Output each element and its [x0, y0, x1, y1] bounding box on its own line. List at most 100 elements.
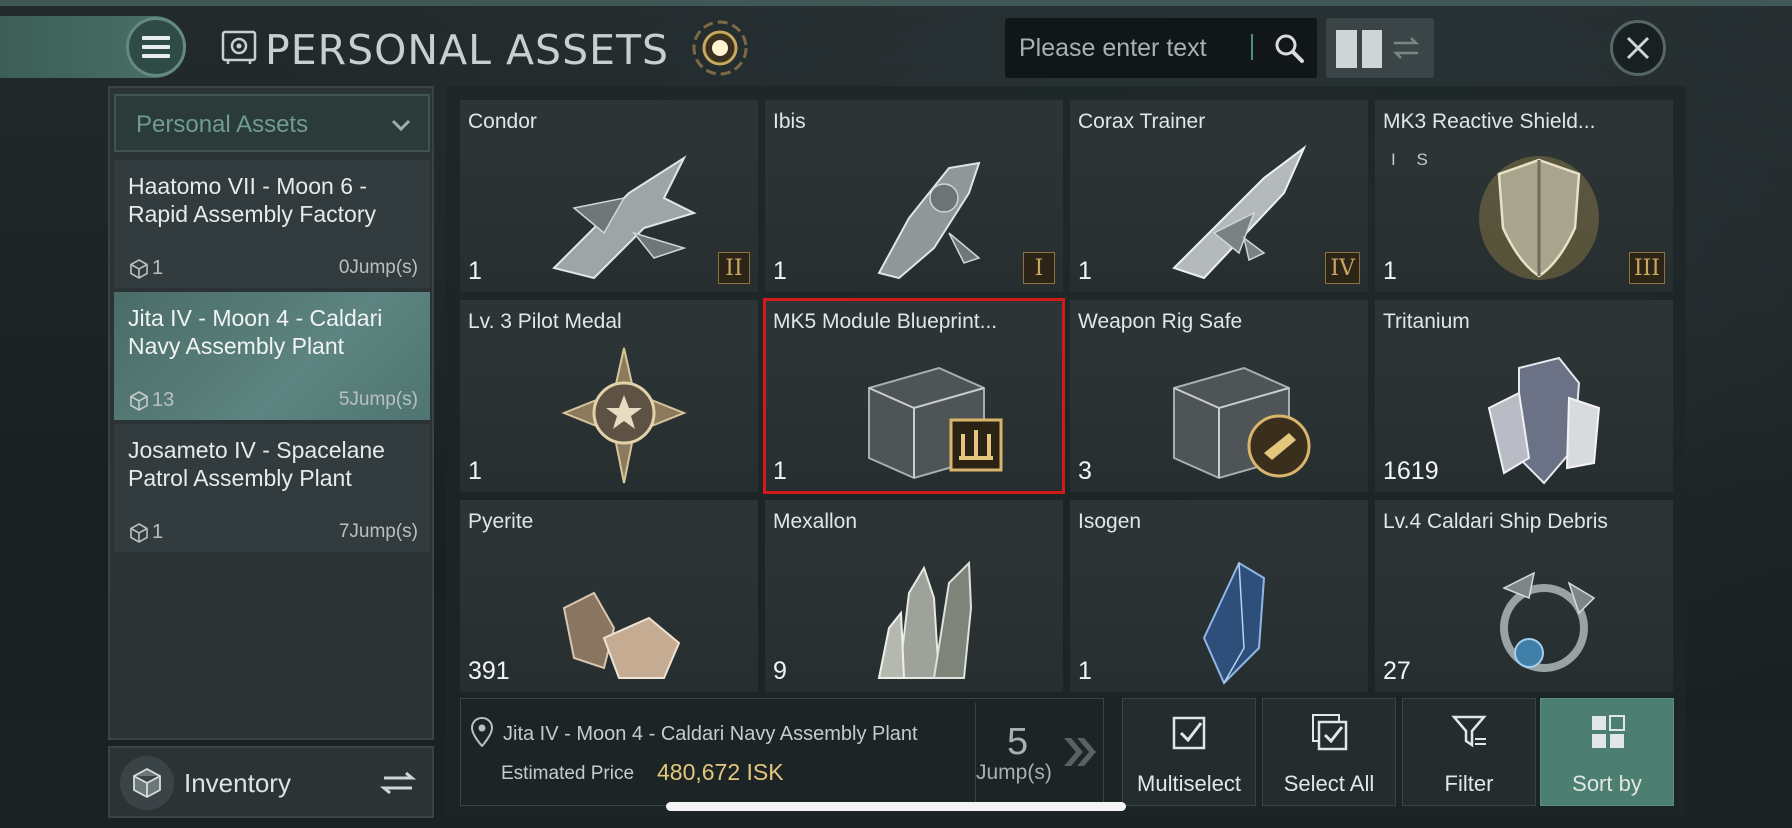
- top-accent-line: [0, 0, 1792, 6]
- multiselect-button[interactable]: Multiselect: [1122, 698, 1256, 806]
- blueprint-crate-icon: [868, 366, 1003, 480]
- location-item[interactable]: Josameto IV - Spacelane Patrol Assembly …: [114, 424, 430, 552]
- shield-icon: [1479, 156, 1599, 280]
- frigate-ship-icon: [552, 155, 697, 280]
- estimated-price-value: 480,672 ISK: [657, 759, 784, 785]
- item-quantity: 1619: [1383, 457, 1439, 485]
- item-tile-pilot-medal[interactable]: Lv. 3 Pilot Medal 1: [460, 300, 758, 492]
- location-info-bar: Jita IV - Moon 4 - Caldari Navy Assembly…: [460, 698, 1104, 806]
- search-divider: [1251, 34, 1253, 60]
- search-input[interactable]: [1019, 28, 1249, 68]
- isogen-crystal-icon: [1202, 561, 1266, 685]
- tritanium-ore-icon: [1487, 356, 1601, 485]
- cube-icon: [130, 522, 148, 543]
- item-tile-weapon-rig-safe[interactable]: Weapon Rig Safe 3: [1070, 300, 1368, 492]
- item-tile-tritanium[interactable]: Tritanium 1619: [1375, 300, 1673, 492]
- item-name: Corax Trainer: [1078, 110, 1206, 133]
- item-name: MK5 Module Blueprint...: [773, 310, 998, 333]
- destroyer-ship-icon: [1172, 144, 1307, 280]
- item-tile-pyerite[interactable]: Pyerite 391: [460, 500, 758, 692]
- jump-count: 5: [1007, 721, 1029, 763]
- item-quantity: 1: [773, 457, 787, 485]
- item-tile-mk5-module-blueprint[interactable]: MK5 Module Blueprint... 1: [763, 298, 1065, 494]
- double-chevron-right-icon[interactable]: [1061, 735, 1097, 769]
- location-jumps: 5Jump(s): [338, 389, 418, 410]
- location-name: Haatomo VII - Moon 6 - Rapid Assembly Fa…: [128, 173, 376, 227]
- inventory-button[interactable]: Inventory: [108, 746, 434, 818]
- tier-badge: II: [718, 252, 750, 284]
- location-panel: Personal Assets Haatomo VII - Moon 6 - R…: [108, 86, 434, 740]
- item-tile-corax-trainer[interactable]: Corax Trainer 1 IV: [1070, 100, 1368, 292]
- item-name: Ibis: [773, 110, 806, 133]
- mexallon-crystal-icon: [877, 560, 973, 679]
- item-name: Mexallon: [773, 510, 858, 533]
- jump-label: Jump(s): [976, 761, 1052, 784]
- tier-badge: IV: [1325, 252, 1360, 284]
- search-box[interactable]: [1005, 18, 1317, 78]
- menu-button[interactable]: [126, 17, 186, 77]
- item-tile-condor[interactable]: Condor 1 II: [460, 100, 758, 292]
- item-tile-mexallon[interactable]: Mexallon 9: [765, 500, 1063, 692]
- tier-badge: III: [1628, 252, 1665, 284]
- multiselect-label: Multiselect: [1137, 771, 1241, 796]
- item-name: Isogen: [1078, 510, 1142, 533]
- dropdown-label: Personal Assets: [136, 111, 309, 138]
- location-count-value: 13: [152, 389, 175, 411]
- location-name: Jita IV - Moon 4 - Caldari Navy Assembly…: [128, 305, 383, 359]
- grid-view-icon[interactable]: [1336, 30, 1382, 68]
- select-all-icon: [1312, 714, 1348, 751]
- item-tile-mk3-reactive-shield[interactable]: MK3 Reactive Shield... I S 1 III: [1375, 100, 1673, 292]
- frigate-ship-icon: [877, 161, 981, 280]
- item-tile-ship-debris[interactable]: Lv.4 Caldari Ship Debris 27: [1375, 500, 1673, 692]
- location-pin-icon: [471, 717, 493, 747]
- select-all-button[interactable]: Select All: [1262, 698, 1396, 806]
- tier-badge: I: [1023, 252, 1055, 284]
- inventory-icon: [120, 756, 174, 810]
- cube-icon: [130, 390, 148, 411]
- estimated-price-label: Estimated Price: [501, 763, 635, 784]
- search-icon[interactable]: [1273, 32, 1305, 64]
- close-icon: [1626, 36, 1650, 60]
- filter-button[interactable]: Filter: [1402, 698, 1536, 806]
- select-all-label: Select All: [1283, 771, 1375, 796]
- item-name: MK3 Reactive Shield...: [1383, 110, 1596, 133]
- location-count: 1: [128, 257, 163, 280]
- item-tags: I S: [1391, 150, 1436, 169]
- swap-icon[interactable]: [1390, 32, 1422, 64]
- inventory-label: Inventory: [184, 768, 291, 798]
- item-tile-isogen[interactable]: Isogen 1: [1070, 500, 1368, 692]
- current-location: Jita IV - Moon 4 - Caldari Navy Assembly…: [503, 723, 918, 745]
- item-quantity: 391: [468, 657, 510, 685]
- close-button[interactable]: [1610, 20, 1666, 76]
- location-item-active[interactable]: Jita IV - Moon 4 - Caldari Navy Assembly…: [114, 292, 430, 420]
- home-indicator[interactable]: [666, 802, 1126, 811]
- location-item[interactable]: Haatomo VII - Moon 6 - Rapid Assembly Fa…: [114, 160, 430, 288]
- jump-divider: [975, 703, 976, 803]
- page-title: PERSONAL ASSETS: [265, 26, 670, 74]
- sort-by-button[interactable]: Sort by: [1540, 698, 1674, 806]
- medal-icon: [561, 347, 687, 484]
- item-quantity: 27: [1383, 657, 1411, 685]
- checkbox-icon: [1172, 716, 1206, 750]
- filter-icon: [1451, 715, 1487, 748]
- item-quantity: 9: [773, 657, 787, 685]
- location-count-value: 1: [152, 257, 164, 279]
- cube-icon: [130, 258, 148, 279]
- safe-crate-icon: [1173, 366, 1311, 480]
- filter-label: Filter: [1444, 771, 1494, 796]
- view-toggle[interactable]: [1326, 18, 1434, 78]
- safe-icon: [221, 30, 257, 64]
- beacon-icon[interactable]: [688, 16, 752, 80]
- item-name: Condor: [468, 110, 537, 133]
- ship-debris-icon: [1500, 571, 1596, 672]
- item-quantity: 1: [1383, 257, 1397, 285]
- location-count: 1: [128, 521, 163, 544]
- location-jumps: 7Jump(s): [338, 521, 418, 542]
- item-tile-ibis[interactable]: Ibis 1 I: [765, 100, 1063, 292]
- asset-type-dropdown[interactable]: Personal Assets: [114, 94, 430, 152]
- item-quantity: 1: [468, 257, 482, 285]
- sort-by-label: Sort by: [1572, 771, 1642, 796]
- item-quantity: 1: [773, 257, 787, 285]
- transfer-icon[interactable]: [378, 768, 418, 798]
- item-name: Tritanium: [1383, 310, 1470, 333]
